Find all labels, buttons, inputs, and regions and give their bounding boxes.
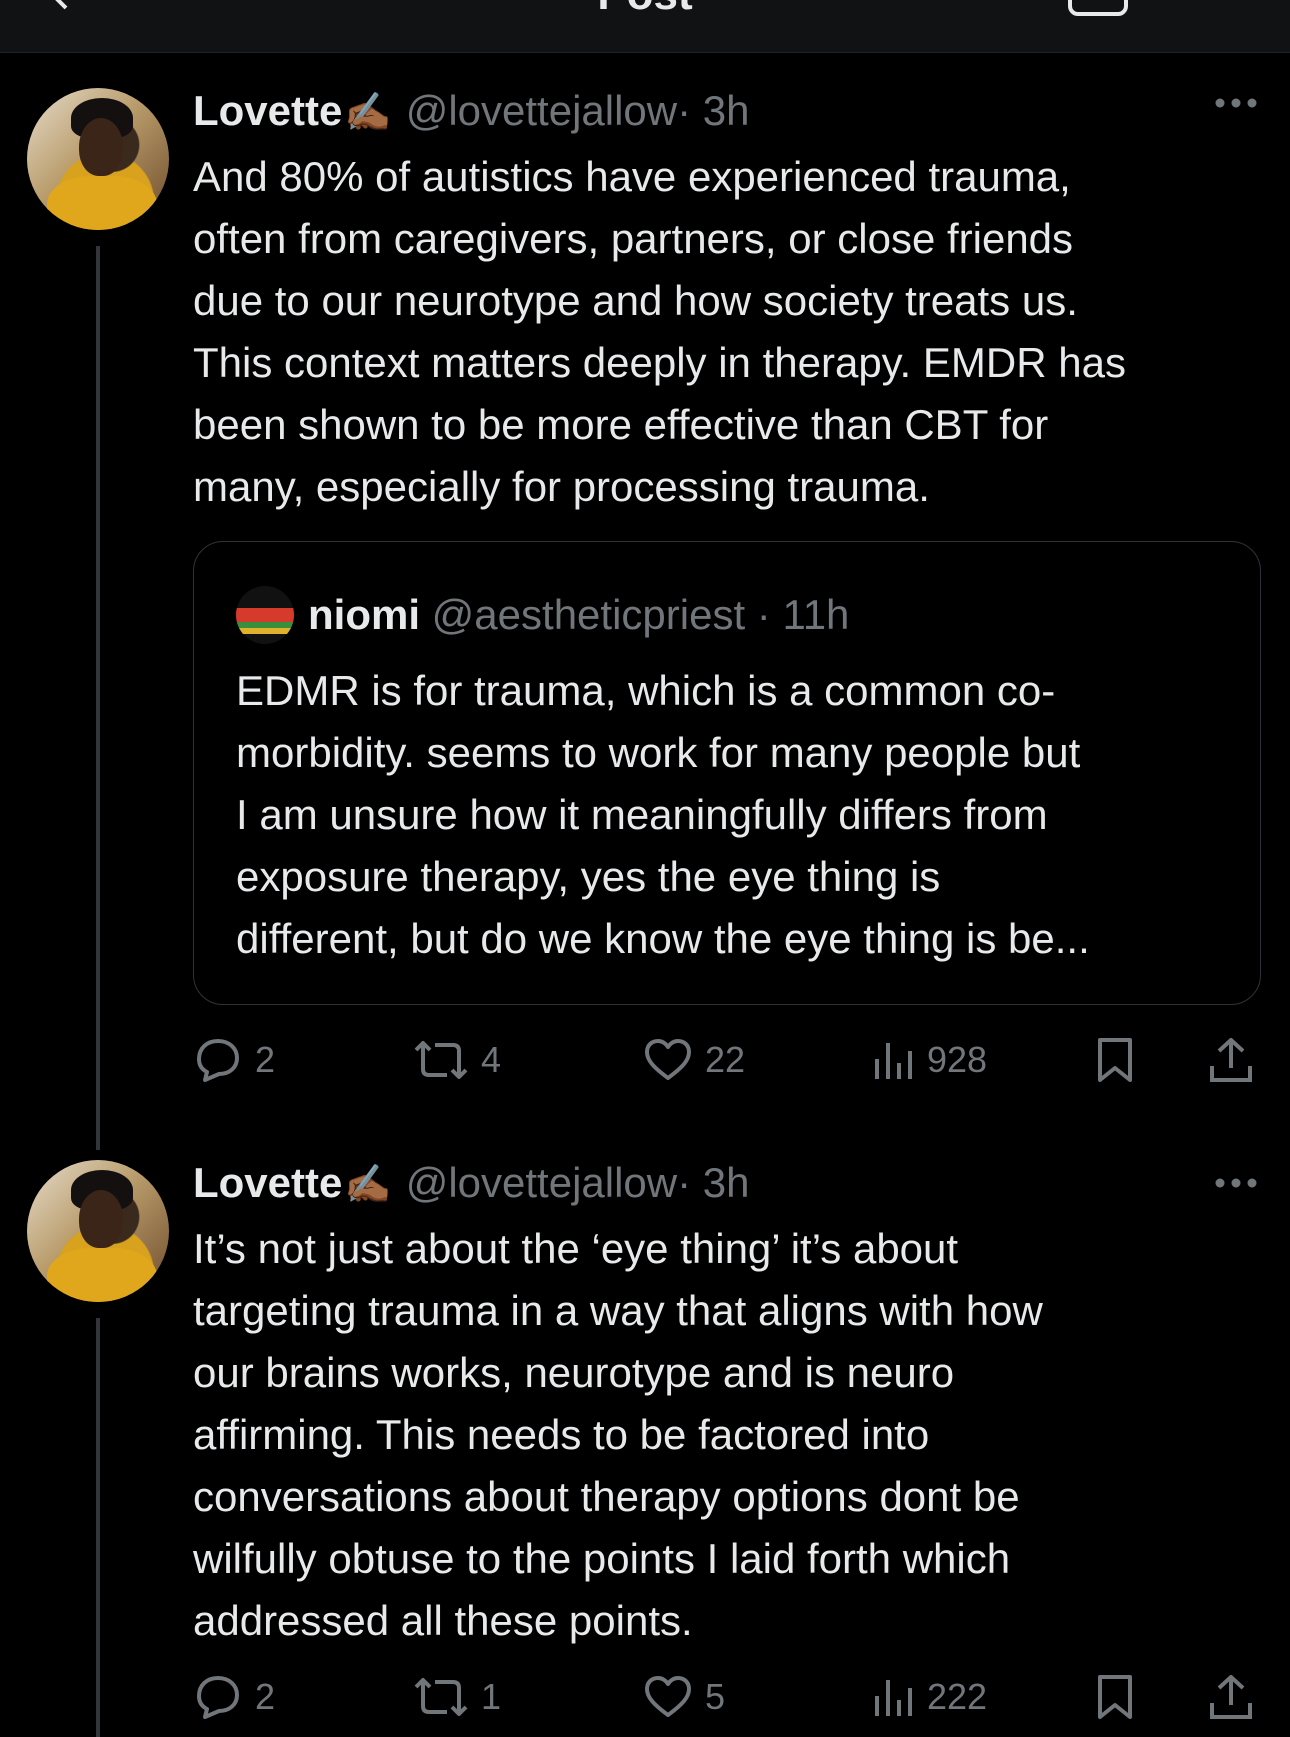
- like-button[interactable]: 5: [643, 1667, 725, 1727]
- quoted-text: EDMR is for trauma, which is a common co…: [236, 667, 1090, 962]
- share-button[interactable]: [1208, 1667, 1254, 1727]
- quoted-display-name: niomi: [308, 591, 420, 638]
- action-bar: 2 4 22 928: [0, 1030, 1290, 1090]
- reply-icon: [193, 1674, 243, 1720]
- avatar[interactable]: [27, 1160, 169, 1302]
- user-handle[interactable]: @lovettejallow: [406, 87, 677, 134]
- thread-line: [96, 246, 100, 1150]
- post-text: It’s not just about the ‘eye thing’ it’s…: [193, 1225, 1043, 1644]
- more-options-icon[interactable]: [1214, 96, 1258, 114]
- view-count: 928: [927, 1039, 988, 1080]
- post-header: Lovette✍🏾 @lovettejallow· 3h: [193, 86, 749, 136]
- heart-icon: [643, 1674, 693, 1720]
- avatar[interactable]: [27, 88, 169, 230]
- share-icon: [1208, 1673, 1254, 1721]
- bookmark-icon: [1095, 1673, 1135, 1721]
- post-header: Lovette✍🏾 @lovettejallow· 3h: [193, 1158, 749, 1208]
- writing-hand-emoji: ✍🏾: [344, 1164, 392, 1206]
- bookmark-icon: [1095, 1036, 1135, 1084]
- repost-icon: [413, 1037, 469, 1083]
- repost-icon: [413, 1674, 469, 1720]
- quoted-handle: @aestheticpriest: [431, 591, 746, 638]
- repost-count: 1: [481, 1676, 502, 1717]
- repost-count: 4: [481, 1039, 502, 1080]
- action-bar: 2 1 5 222: [0, 1667, 1290, 1727]
- user-handle[interactable]: @lovettejallow: [406, 1159, 677, 1206]
- bookmark-button[interactable]: [1095, 1030, 1135, 1090]
- quoted-time: · 11h: [756, 591, 850, 638]
- more-options-icon[interactable]: [1214, 1176, 1258, 1194]
- reply-icon: [193, 1037, 243, 1083]
- view-count: 222: [927, 1676, 988, 1717]
- top-bar: Post: [0, 0, 1290, 53]
- repost-button[interactable]: 4: [413, 1030, 501, 1090]
- compose-icon[interactable]: [1066, 0, 1130, 23]
- like-count: 5: [705, 1676, 726, 1717]
- quoted-post[interactable]: niomi @aestheticpriest · 11h EDMR is for…: [193, 541, 1261, 1005]
- share-icon: [1208, 1036, 1254, 1084]
- share-button[interactable]: [1208, 1030, 1254, 1090]
- display-name[interactable]: Lovette: [193, 87, 342, 134]
- reply-button[interactable]: 2: [193, 1030, 275, 1090]
- quoted-header: niomi @aestheticpriest · 11h: [308, 586, 849, 644]
- bookmark-button[interactable]: [1095, 1667, 1135, 1727]
- quoted-avatar: [236, 586, 294, 644]
- reply-count: 2: [255, 1039, 276, 1080]
- views-button[interactable]: 928: [873, 1030, 987, 1090]
- reply-button[interactable]: 2: [193, 1667, 275, 1727]
- post-time: · 3h: [677, 1159, 750, 1206]
- heart-icon: [643, 1037, 693, 1083]
- like-count: 22: [705, 1039, 746, 1080]
- display-name[interactable]: Lovette: [193, 1159, 342, 1206]
- writing-hand-emoji: ✍🏾: [344, 92, 392, 134]
- post-time: · 3h: [677, 87, 750, 134]
- views-bar-chart-icon: [873, 1037, 915, 1083]
- post-text: And 80% of autistics have experienced tr…: [193, 153, 1126, 510]
- views-bar-chart-icon: [873, 1674, 915, 1720]
- reply-count: 2: [255, 1676, 276, 1717]
- views-button[interactable]: 222: [873, 1667, 987, 1727]
- repost-button[interactable]: 1: [413, 1667, 501, 1727]
- like-button[interactable]: 22: [643, 1030, 745, 1090]
